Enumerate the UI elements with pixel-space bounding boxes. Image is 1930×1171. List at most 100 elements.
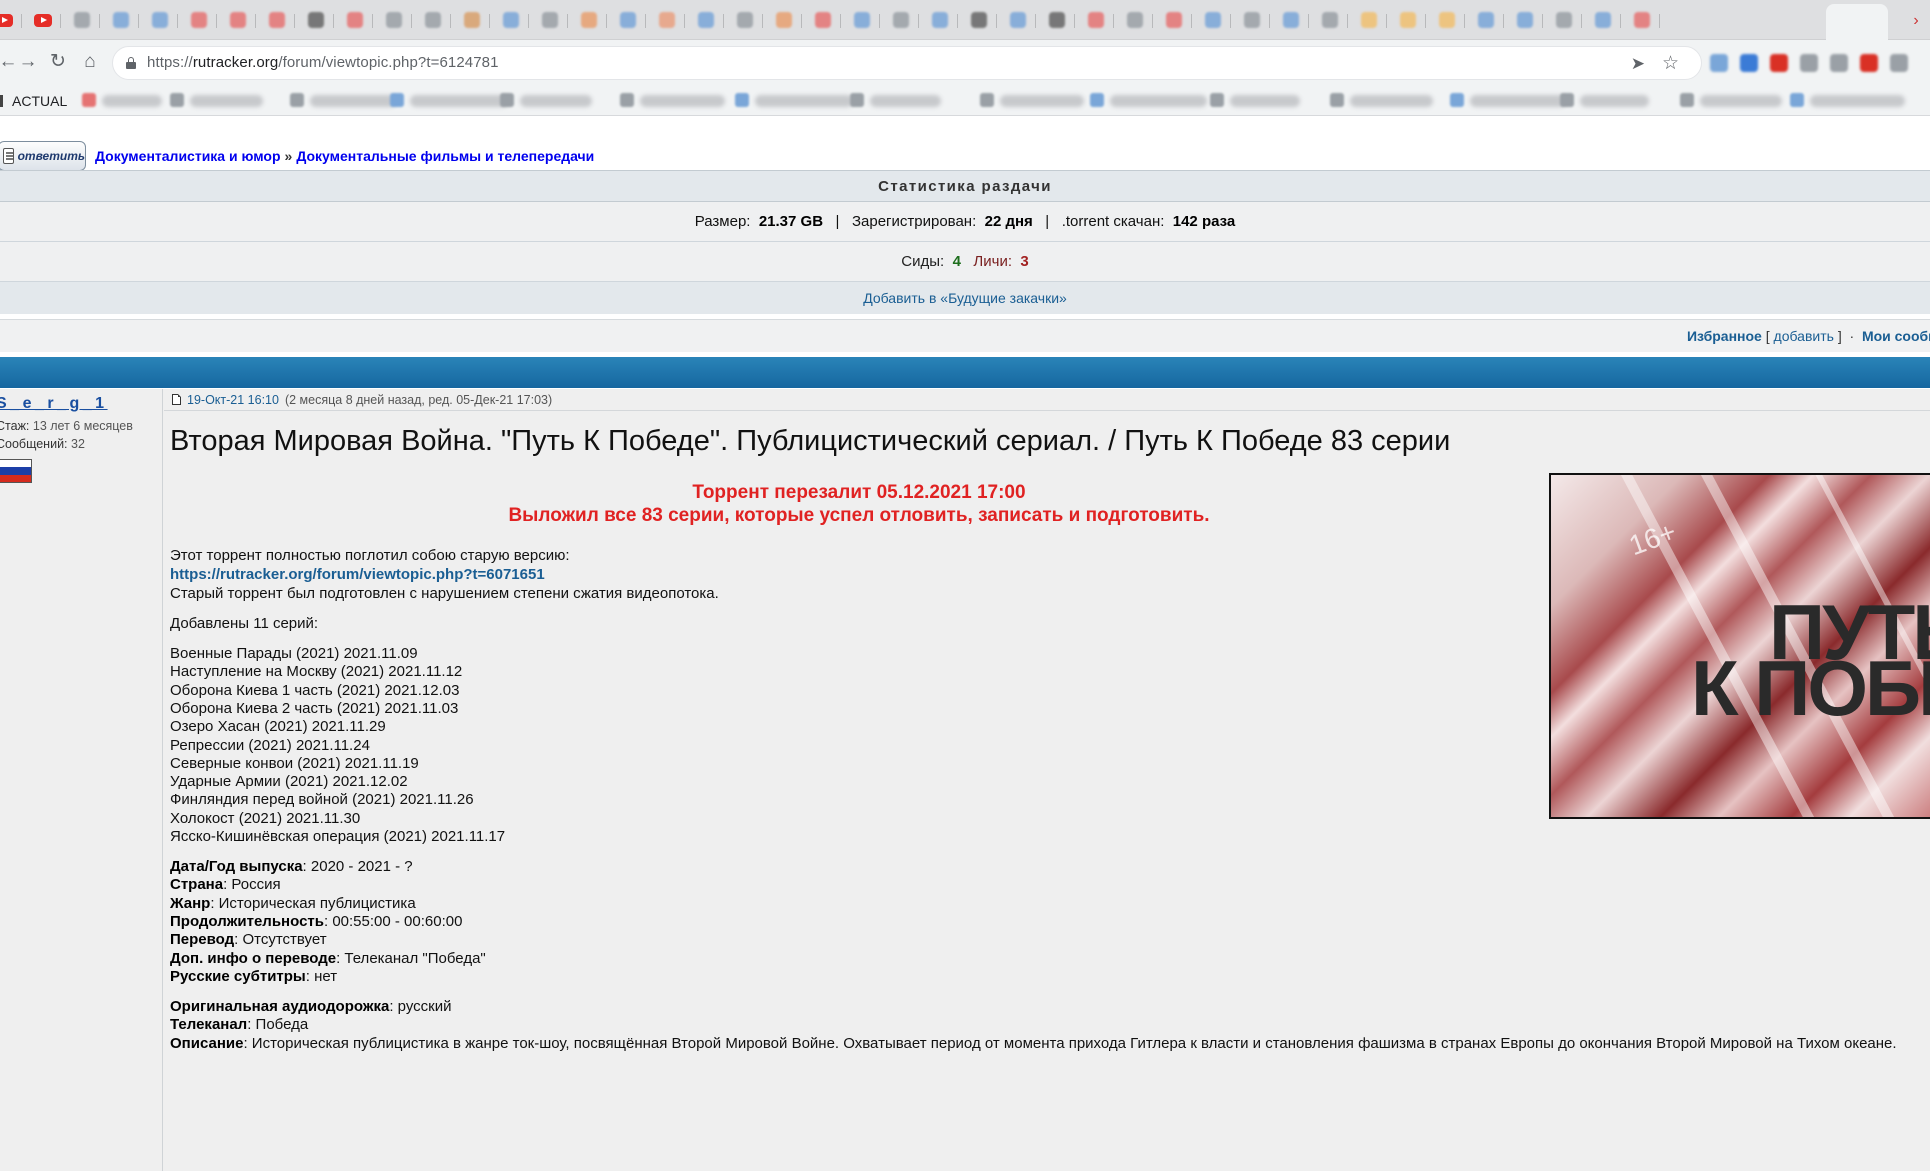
breadcrumb-link-documentary-humor[interactable]: Документалистика и юмор xyxy=(95,148,281,164)
browser-tab[interactable] xyxy=(922,6,958,34)
tab-scroll-icon[interactable]: › xyxy=(1906,12,1926,30)
browser-tab[interactable] xyxy=(727,6,763,34)
send-to-devices-icon[interactable]: ➤ xyxy=(1631,54,1645,74)
add-future-downloads-link[interactable]: Добавить в «Будущие закачки» xyxy=(863,290,1067,306)
browser-tab[interactable] xyxy=(1429,6,1465,34)
home-icon[interactable]: ⌂ xyxy=(76,48,104,76)
browser-tab[interactable] xyxy=(844,6,880,34)
extension-icon[interactable] xyxy=(1830,54,1848,72)
browser-tab[interactable] xyxy=(103,6,139,34)
browser-tab[interactable] xyxy=(1468,6,1504,34)
browser-tab[interactable] xyxy=(1117,6,1153,34)
browser-tab[interactable] xyxy=(1585,6,1621,34)
browser-tab[interactable] xyxy=(961,6,997,34)
bookmark-favicon-icon[interactable] xyxy=(1790,93,1804,107)
browser-tab[interactable] xyxy=(1078,6,1114,34)
bookmark-item[interactable] xyxy=(1470,95,1566,107)
bookmark-favicon-icon[interactable] xyxy=(82,93,96,107)
extension-icon[interactable] xyxy=(1860,54,1878,72)
browser-tab[interactable] xyxy=(1312,6,1348,34)
bookmark-item[interactable] xyxy=(1810,95,1905,107)
url-text[interactable]: https://rutracker.org/forum/viewtopic.ph… xyxy=(147,54,499,71)
browser-tab[interactable] xyxy=(688,6,724,34)
address-bar[interactable]: https://rutracker.org/forum/viewtopic.ph… xyxy=(112,46,1702,80)
browser-tab[interactable] xyxy=(883,6,919,34)
browser-tab[interactable] xyxy=(1390,6,1426,34)
browser-tab[interactable] xyxy=(1351,6,1387,34)
favorites-link[interactable]: Избранное xyxy=(1687,328,1762,344)
browser-tab[interactable] xyxy=(1234,6,1270,34)
browser-tab[interactable] xyxy=(376,6,412,34)
browser-tab[interactable] xyxy=(805,6,841,34)
browser-tab[interactable] xyxy=(298,6,334,34)
bookmark-favicon-icon[interactable] xyxy=(1450,93,1464,107)
bookmark-star-icon[interactable]: ☆ xyxy=(1662,52,1679,75)
active-tab[interactable] xyxy=(1826,4,1888,40)
bookmark-item[interactable] xyxy=(755,95,853,107)
browser-tab[interactable] xyxy=(532,6,568,34)
bookmark-favicon-icon[interactable] xyxy=(1210,93,1224,107)
browser-tab[interactable] xyxy=(571,6,607,34)
add-favorite-link[interactable]: добавить xyxy=(1774,328,1834,344)
browser-tab[interactable] xyxy=(1039,6,1075,34)
browser-tab[interactable] xyxy=(1195,6,1231,34)
bookmark-item[interactable] xyxy=(1350,95,1433,107)
bookmark-favicon-icon[interactable] xyxy=(620,93,634,107)
post-date-link[interactable]: 19-Окт-21 16:10 xyxy=(187,393,279,407)
browser-tab[interactable] xyxy=(259,6,295,34)
bookmark-favicon-icon[interactable] xyxy=(980,93,994,107)
bookmark-item[interactable] xyxy=(310,95,396,107)
browser-tab[interactable] xyxy=(181,6,217,34)
bookmark-item[interactable] xyxy=(1580,95,1649,107)
browser-tab[interactable] xyxy=(1000,6,1036,34)
browser-tab[interactable] xyxy=(1546,6,1582,34)
browser-tab[interactable] xyxy=(1156,6,1192,34)
browser-tab[interactable] xyxy=(610,6,646,34)
bookmark-favicon-icon[interactable] xyxy=(500,93,514,107)
reply-button[interactable]: ответить xyxy=(0,141,86,171)
bookmark-item[interactable] xyxy=(1700,95,1782,107)
bookmark-item[interactable] xyxy=(102,95,162,107)
bookmark-favicon-icon[interactable] xyxy=(170,93,184,107)
bookmark-favicon-icon[interactable] xyxy=(735,93,749,107)
breadcrumb-link-documentary-films[interactable]: Документальные фильмы и телепередачи xyxy=(296,148,594,164)
old-torrent-link[interactable]: https://rutracker.org/forum/viewtopic.ph… xyxy=(170,566,545,583)
bookmark-item[interactable] xyxy=(190,95,263,107)
lock-icon[interactable] xyxy=(126,57,136,69)
browser-tab[interactable] xyxy=(64,6,100,34)
extension-icon[interactable] xyxy=(1800,54,1818,72)
bookmark-favicon-icon[interactable] xyxy=(1680,93,1694,107)
bookmark-favicon-icon[interactable] xyxy=(1330,93,1344,107)
youtube-tab[interactable] xyxy=(25,6,61,34)
post-icon[interactable] xyxy=(172,394,181,405)
bookmark-item[interactable] xyxy=(870,95,941,107)
bookmark-item[interactable] xyxy=(640,95,725,107)
bookmark-favicon-icon[interactable] xyxy=(1560,93,1574,107)
bookmark-item[interactable] xyxy=(1000,95,1084,107)
bookmark-favicon-icon[interactable] xyxy=(290,93,304,107)
browser-tab[interactable] xyxy=(337,6,373,34)
browser-tab[interactable] xyxy=(649,6,685,34)
bookmark-item[interactable] xyxy=(1230,95,1300,107)
browser-tab[interactable] xyxy=(454,6,490,34)
bookmark-item[interactable] xyxy=(410,95,509,107)
extension-icon[interactable] xyxy=(1890,54,1908,72)
browser-tab[interactable] xyxy=(1273,6,1309,34)
forward-icon[interactable]: → xyxy=(14,48,42,76)
reload-icon[interactable]: ↻ xyxy=(44,48,72,76)
browser-tab[interactable] xyxy=(415,6,451,34)
browser-tab[interactable] xyxy=(142,6,178,34)
bookmark-favicon-icon[interactable] xyxy=(850,93,864,107)
browser-tab[interactable] xyxy=(1507,6,1543,34)
extension-icon[interactable] xyxy=(1770,54,1788,72)
author-name[interactable]: S_e_r_g_1 xyxy=(0,395,108,413)
extension-icon[interactable] xyxy=(1740,54,1758,72)
my-messages-link[interactable]: Мои сообщ xyxy=(1862,328,1930,344)
bookmark-folder-actual[interactable]: ACTUAL xyxy=(0,93,67,109)
browser-tab[interactable] xyxy=(766,6,802,34)
browser-tab[interactable] xyxy=(220,6,256,34)
browser-tab[interactable] xyxy=(1624,6,1660,34)
youtube-tab[interactable] xyxy=(0,6,22,34)
browser-tab[interactable] xyxy=(493,6,529,34)
bookmark-item[interactable] xyxy=(520,95,592,107)
